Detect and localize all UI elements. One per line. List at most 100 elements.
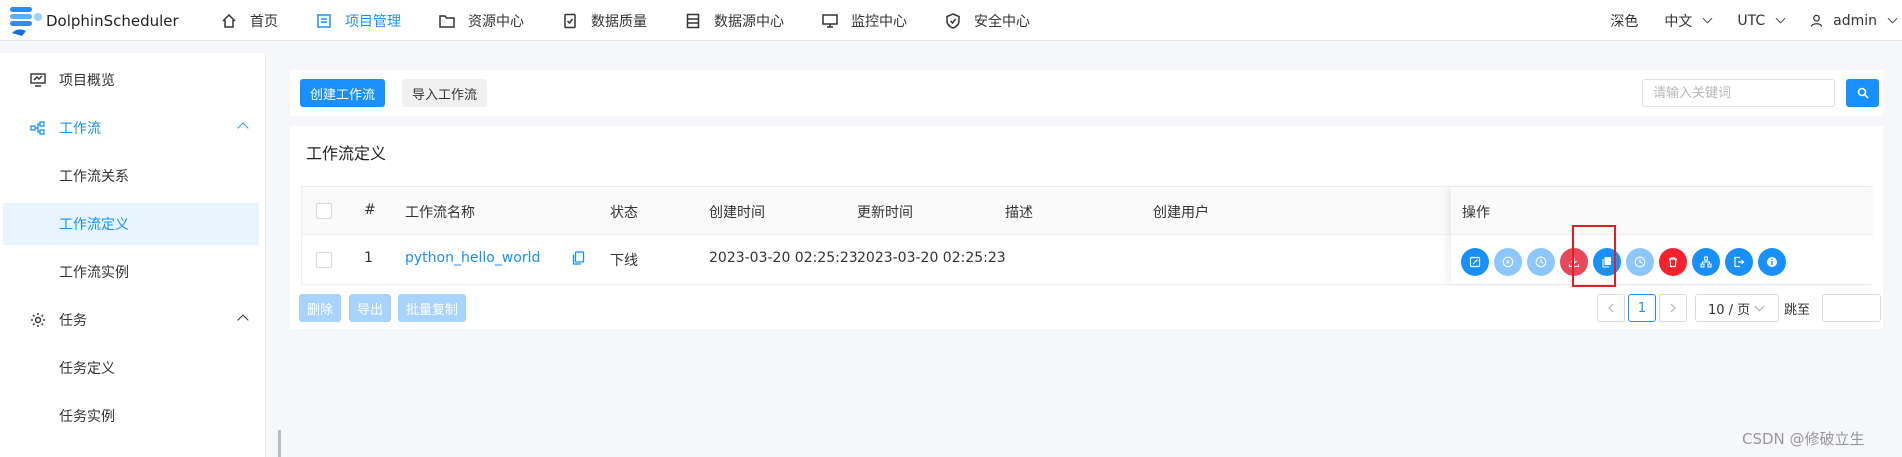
nav-home[interactable]: 首页 (220, 0, 278, 41)
run-icon (1502, 256, 1514, 268)
prev-page-button[interactable] (1597, 294, 1625, 322)
sidebar-item-label: 任务实例 (59, 409, 115, 425)
main-nav: 首页 项目管理 资源中心 数据质量 数据源中心 监控中心 安全中心 (220, 0, 1067, 41)
sidebar-item-workflow-relation[interactable]: 工作流关系 (3, 155, 259, 197)
user-name: admin (1833, 12, 1877, 29)
batch-export-button[interactable]: 导出 (349, 294, 392, 322)
operation-header (1451, 187, 1873, 235)
folder-icon (438, 12, 456, 30)
edit-icon (1469, 256, 1481, 268)
copy-name-icon[interactable] (572, 251, 585, 269)
sidebar-scrollbar[interactable] (278, 430, 281, 457)
app-title: DolphinScheduler (46, 12, 179, 30)
batch-copy-button[interactable]: 批量复制 (398, 294, 467, 322)
dolphin-logo-icon (8, 3, 44, 39)
datasource-icon (684, 12, 702, 30)
col-status: 状态 (610, 205, 638, 221)
chevron-up-icon (237, 314, 249, 326)
create-workflow-button[interactable]: 创建工作流 (300, 79, 386, 107)
workflow-icon (29, 119, 47, 137)
sidebar-item-task-definition[interactable]: 任务定义 (3, 347, 259, 389)
card-title: 工作流定义 (306, 144, 387, 163)
chevron-down-icon (1775, 13, 1786, 24)
user-icon (1810, 14, 1823, 27)
top-right-controls: 深色 中文 UTC admin (1584, 0, 1902, 41)
chevron-left-icon (1607, 303, 1615, 313)
shield-icon (944, 12, 962, 30)
sidebar-item-workflow-definition[interactable]: 工作流定义 (3, 203, 259, 245)
sidebar-item-label: 任务 (59, 313, 87, 329)
user-menu[interactable]: admin (1810, 13, 1902, 29)
page-number-button[interactable]: 1 (1628, 294, 1656, 322)
search-button[interactable] (1846, 79, 1879, 107)
col-operation: 操作 (1462, 205, 1490, 221)
run-button[interactable] (1494, 248, 1522, 276)
batch-delete-button[interactable]: 删除 (299, 294, 342, 322)
nav-security-center[interactable]: 安全中心 (944, 0, 1030, 41)
timezone-select[interactable]: UTC (1737, 13, 1786, 29)
import-workflow-button[interactable]: 导入工作流 (402, 79, 488, 107)
sidebar-item-workflow-instance[interactable]: 工作流实例 (3, 251, 259, 293)
language-select[interactable]: 中文 (1664, 11, 1713, 31)
search-input[interactable] (1642, 79, 1835, 107)
chevron-right-icon (1669, 303, 1677, 313)
overview-icon (29, 71, 47, 89)
sidebar-item-label: 工作流实例 (59, 265, 129, 281)
sidebar-item-label: 工作流 (59, 121, 101, 137)
toolbar-card: 创建工作流 导入工作流 (290, 70, 1883, 116)
page-size-label: 10 / 页 (1708, 302, 1751, 318)
workflow-name-link[interactable]: python_hello_world (405, 250, 540, 266)
nav-project-management[interactable]: 项目管理 (315, 0, 401, 41)
select-all-checkbox[interactable] (316, 203, 332, 219)
row-create-time: 2023-03-20 02:25:23 (709, 250, 858, 266)
page-size-select[interactable]: 10 / 页 (1695, 294, 1779, 322)
col-workflow-name: 工作流名称 (405, 205, 475, 221)
sidebar-item-label: 工作流定义 (59, 217, 129, 233)
language-label: 中文 (1664, 13, 1693, 30)
sidebar-item-label: 任务定义 (59, 361, 115, 377)
col-description: 描述 (1005, 205, 1033, 221)
jump-to-input[interactable] (1822, 294, 1881, 322)
sidebar-item-workflow[interactable]: 工作流 (3, 107, 259, 149)
row-status: 下线 (610, 253, 638, 269)
nav-project-label: 项目管理 (345, 13, 401, 30)
search-icon (1857, 87, 1869, 99)
export-button[interactable] (1725, 248, 1753, 276)
tree-view-button[interactable] (1692, 248, 1720, 276)
col-index: # (364, 202, 376, 218)
nav-data-quality[interactable]: 数据质量 (561, 0, 647, 41)
sidebar-item-label: 项目概览 (59, 73, 115, 89)
col-create-time: 创建时间 (709, 205, 765, 221)
schedule-button[interactable] (1626, 248, 1654, 276)
delete-button[interactable] (1659, 248, 1687, 276)
row-index: 1 (364, 250, 373, 266)
info-button[interactable] (1758, 248, 1786, 276)
nav-datasource-label: 数据源中心 (714, 13, 784, 30)
sidebar-item-task-instance[interactable]: 任务实例 (3, 395, 259, 437)
top-navbar: DolphinScheduler 首页 项目管理 资源中心 数据质量 数据源中心… (0, 0, 1902, 41)
theme-toggle[interactable]: 深色 (1610, 11, 1638, 31)
annotation-highlight-box (1572, 225, 1616, 287)
logo[interactable]: DolphinScheduler (8, 2, 179, 40)
project-icon (315, 12, 333, 30)
workflow-definition-card: 工作流定义 # 工作流名称 状态 创建时间 更新时间 描述 创建用户 修 1 p… (290, 126, 1883, 329)
nav-resource-center[interactable]: 资源中心 (438, 0, 524, 41)
chevron-up-icon (237, 122, 249, 134)
nav-home-label: 首页 (250, 13, 278, 30)
edit-button[interactable] (1461, 248, 1489, 276)
sidebar-item-project-overview[interactable]: 项目概览 (3, 59, 259, 101)
theme-label: 深色 (1610, 13, 1639, 30)
workflow-table: # 工作流名称 状态 创建时间 更新时间 描述 创建用户 修 1 python_… (301, 186, 1873, 285)
nav-monitor-center[interactable]: 监控中心 (821, 0, 907, 41)
next-page-button[interactable] (1659, 294, 1687, 322)
row-checkbox[interactable] (316, 252, 332, 268)
chevron-down-icon (1702, 13, 1713, 24)
nav-datasource-center[interactable]: 数据源中心 (684, 0, 784, 41)
sidebar-item-task[interactable]: 任务 (3, 299, 259, 341)
operation-column: 操作 (1451, 187, 1873, 284)
nav-resource-label: 资源中心 (468, 13, 524, 30)
data-quality-icon (561, 12, 579, 30)
schedule-icon (1634, 256, 1646, 268)
row-update-time: 2023-03-20 02:25:23 (857, 250, 1006, 266)
timing-button[interactable] (1527, 248, 1555, 276)
